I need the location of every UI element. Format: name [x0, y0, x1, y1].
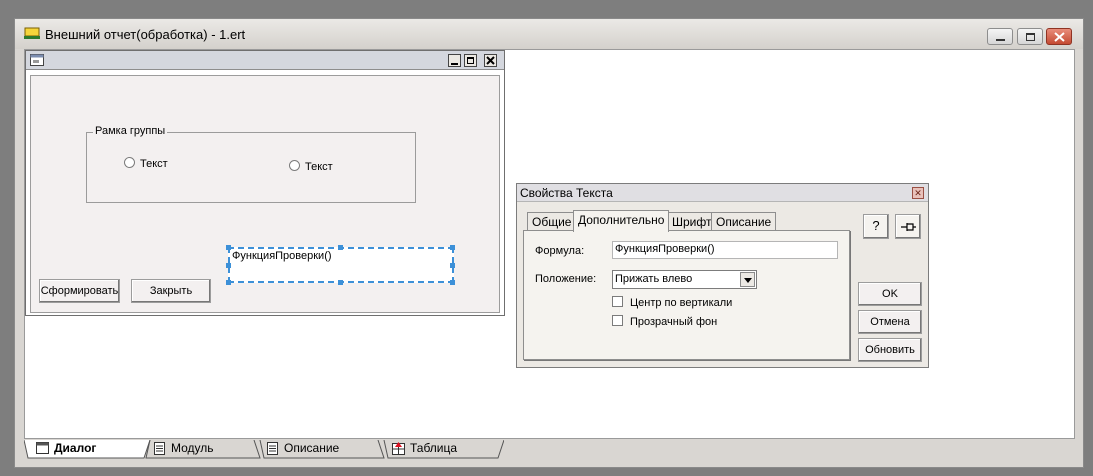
close-form-button[interactable]: Закрыть [131, 279, 211, 303]
maximize-icon [467, 57, 474, 64]
pin-button[interactable] [895, 214, 921, 239]
form-window: Рамка группы Текст Текст ФункцияПроверки… [25, 50, 505, 316]
ok-button[interactable]: OK [858, 282, 922, 306]
refresh-button[interactable]: Обновить [858, 338, 922, 362]
formula-input[interactable]: ФункцияПроверки() [612, 241, 838, 259]
tab-general[interactable]: Общие [527, 212, 577, 231]
title-bar: Внешний отчет(обработка) - 1.ert [15, 19, 1083, 49]
tab-table[interactable]: Таблица [388, 440, 457, 458]
group-box-label: Рамка группы [93, 125, 168, 137]
text-properties-dialog: Свойства Текста ✕ Общие Дополнительно Шр… [516, 183, 929, 368]
help-button[interactable]: ? [863, 214, 889, 239]
pin-icon [901, 223, 916, 231]
restore-icon [1026, 33, 1035, 41]
radio-label: Текст [140, 158, 168, 170]
tab-page: Формула: ФункцияПроверки() Положение: Пр… [523, 230, 850, 360]
dialog-icon [36, 442, 49, 454]
position-label: Положение: [535, 273, 597, 285]
form-icon [30, 54, 44, 66]
tab-additional[interactable]: Дополнительно [573, 210, 670, 232]
radio-option-2[interactable]: Текст [289, 160, 333, 173]
app-icon [24, 27, 40, 39]
tab-font[interactable]: Шрифт [667, 212, 717, 231]
question-mark-icon: ? [872, 218, 880, 233]
window-title: Внешний отчет(обработка) - 1.ert [45, 27, 246, 42]
restore-button[interactable] [1017, 28, 1043, 45]
form-minimize-button[interactable] [448, 54, 461, 67]
form-maximize-button[interactable] [464, 54, 477, 67]
dialog-title-bar: Свойства Текста ✕ [517, 184, 928, 202]
radio-option-1[interactable]: Текст [124, 157, 168, 170]
close-icon [486, 56, 495, 65]
minimize-button[interactable] [987, 28, 1013, 45]
workspace: Рамка группы Текст Текст ФункцияПроверки… [24, 49, 1075, 439]
position-select[interactable]: Прижать влево [612, 270, 757, 289]
tab-module-label: Модуль [171, 441, 214, 455]
checkbox-box [612, 315, 623, 326]
form-canvas: Рамка группы Текст Текст ФункцияПроверки… [30, 75, 500, 313]
main-window: Внешний отчет(обработка) - 1.ert Рамка г… [14, 18, 1084, 468]
minimize-icon [996, 39, 1005, 41]
position-select-value: Прижать влево [615, 273, 693, 285]
close-icon [1054, 32, 1065, 42]
dialog-title: Свойства Текста [520, 186, 613, 200]
radio-circle [124, 157, 135, 168]
bottom-tab-bar: Диалог Модуль Описание Таблица [24, 440, 1075, 462]
tab-table-label: Таблица [410, 441, 458, 455]
checkbox-label: Прозрачный фон [630, 316, 718, 328]
resize-handle[interactable] [338, 280, 343, 285]
tab-description[interactable]: Описание [711, 212, 777, 231]
tab-description-page-label: Описание [284, 441, 340, 455]
transparent-background-checkbox[interactable]: Прозрачный фон [612, 315, 717, 328]
table-icon [392, 442, 405, 455]
formula-label: Формула: [535, 245, 585, 257]
resize-handle[interactable] [450, 245, 455, 250]
cancel-button[interactable]: Отмена [858, 310, 922, 334]
document-icon [267, 442, 278, 455]
generate-button[interactable]: Сформировать [39, 279, 120, 303]
close-button[interactable] [1046, 28, 1072, 45]
minimize-icon [451, 63, 458, 65]
form-title-bar [26, 51, 504, 70]
tab-description-page[interactable]: Описание [262, 440, 339, 458]
resize-handle[interactable] [226, 245, 231, 250]
tab-dialog-label: Диалог [54, 441, 97, 455]
checkbox-label: Центр по вертикали [630, 297, 733, 309]
form-close-button[interactable] [484, 54, 497, 67]
tab-module[interactable]: Модуль [149, 440, 214, 458]
radio-circle [289, 160, 300, 171]
radio-label: Текст [305, 161, 333, 173]
dialog-close-button[interactable]: ✕ [912, 187, 924, 199]
center-vertical-checkbox[interactable]: Центр по вертикали [612, 296, 732, 309]
resize-handle[interactable] [450, 263, 455, 268]
close-icon: ✕ [914, 188, 922, 198]
resize-handle[interactable] [338, 245, 343, 250]
tab-dialog[interactable]: Диалог [32, 440, 96, 458]
selected-text-element[interactable]: ФункцияПроверки() [228, 247, 454, 283]
resize-handle[interactable] [450, 280, 455, 285]
resize-handle[interactable] [226, 280, 231, 285]
chevron-down-icon[interactable] [740, 272, 755, 287]
document-icon [154, 442, 165, 455]
resize-handle[interactable] [226, 263, 231, 268]
checkbox-box [612, 296, 623, 307]
